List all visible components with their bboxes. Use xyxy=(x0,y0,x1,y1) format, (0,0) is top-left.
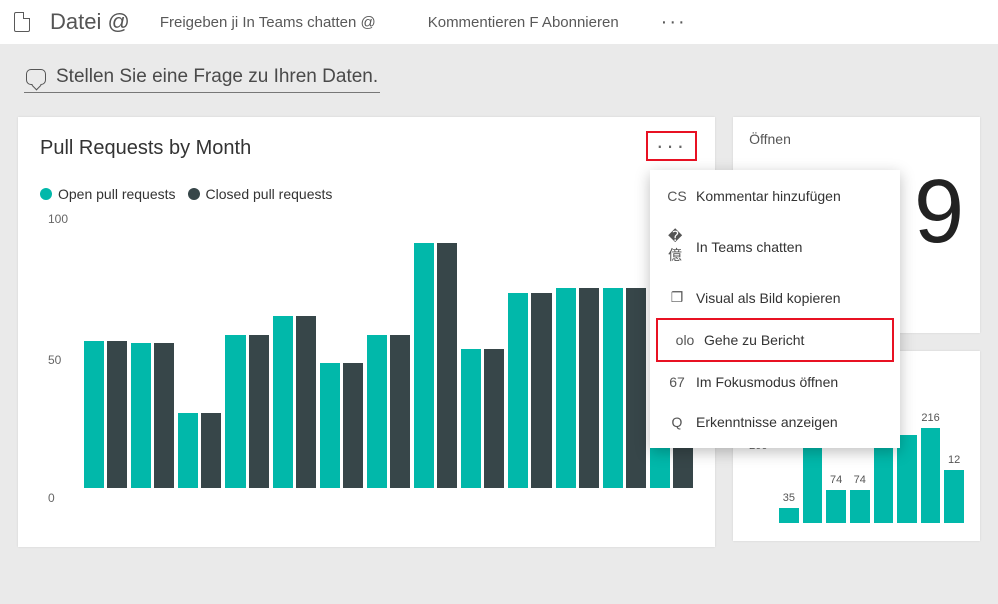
context-menu-label: Visual als Bild kopieren xyxy=(696,290,841,306)
bar-closed[interactable] xyxy=(249,335,269,488)
mini-bar[interactable]: 216 xyxy=(921,428,941,523)
more-menu[interactable]: ··· xyxy=(653,7,695,38)
chat-icon xyxy=(26,69,46,85)
context-menu-icon: CS xyxy=(668,188,686,204)
bar-closed[interactable] xyxy=(343,363,363,488)
bar-closed[interactable] xyxy=(107,341,127,488)
qa-bar: Stellen Sie eine Frage zu Ihren Daten. xyxy=(0,44,998,103)
comment-menu[interactable]: Kommentieren F Abonnieren xyxy=(420,10,627,35)
bar-group xyxy=(320,210,363,488)
context-menu: CS Kommentar hinzufügen �億 In Teams chatten… xyxy=(650,170,900,448)
mini-bar[interactable]: 74 xyxy=(850,490,870,523)
mini-bar-label: 12 xyxy=(948,454,960,466)
context-menu-item[interactable]: 67 Im Fokusmodus öffnen xyxy=(650,362,900,402)
bar-closed[interactable] xyxy=(296,316,316,488)
card-title: Pull Requests by Month xyxy=(40,137,693,160)
context-menu-item[interactable]: ❐ Visual als Bild kopieren xyxy=(650,277,900,318)
bar-closed[interactable] xyxy=(437,243,457,488)
bar-open[interactable] xyxy=(556,288,576,488)
bar-open[interactable] xyxy=(273,316,293,488)
y-tick: 50 xyxy=(48,353,61,367)
context-menu-icon: Q xyxy=(668,414,686,430)
bar-closed[interactable] xyxy=(154,343,174,488)
mini-bar[interactable]: 74 xyxy=(826,490,846,523)
bar-open[interactable] xyxy=(603,288,623,488)
mini-bar[interactable]: 12 xyxy=(944,470,964,523)
context-menu-item[interactable]: CS Kommentar hinzufügen xyxy=(650,176,900,216)
bar-group xyxy=(603,210,646,488)
bar-group xyxy=(225,210,268,488)
bar-chart: 100 50 0 xyxy=(58,210,693,510)
mini-bar[interactable] xyxy=(874,444,894,523)
bar-group xyxy=(178,210,221,488)
card-more-button[interactable]: ··· xyxy=(646,131,697,161)
chart-legend: Open pull requests Closed pull requests xyxy=(40,186,693,202)
context-menu-label: Kommentar hinzufügen xyxy=(696,188,841,204)
context-menu-label: Erkenntnisse anzeigen xyxy=(696,414,838,430)
bar-group xyxy=(556,210,599,488)
bar-closed[interactable] xyxy=(531,293,551,488)
bar-group xyxy=(508,210,551,488)
mini-bar[interactable] xyxy=(897,435,917,523)
file-menu[interactable]: Datei @ xyxy=(42,5,138,39)
bar-open[interactable] xyxy=(367,335,387,488)
card-pull-requests: Pull Requests by Month ··· Open pull req… xyxy=(18,117,715,547)
context-menu-icon: 67 xyxy=(668,374,686,390)
y-tick: 100 xyxy=(48,212,68,226)
context-menu-item[interactable]: �億 In Teams chatten xyxy=(650,216,900,277)
bar-open[interactable] xyxy=(84,341,104,488)
bar-closed[interactable] xyxy=(484,349,504,488)
bar-open[interactable] xyxy=(461,349,481,488)
bar-closed[interactable] xyxy=(579,288,599,488)
context-menu-icon: �億 xyxy=(668,228,686,265)
qa-input[interactable]: Stellen Sie eine Frage zu Ihren Daten. xyxy=(24,62,380,93)
legend-dot-closed xyxy=(188,188,200,200)
kpi-title: Öffnen xyxy=(749,131,964,147)
top-toolbar: Datei @ Freigeben ji In Teams chatten @ … xyxy=(0,0,998,44)
legend-open-label: Open pull requests xyxy=(58,186,176,202)
context-menu-icon: ❐ xyxy=(668,289,686,306)
context-menu-label: Im Fokusmodus öffnen xyxy=(696,374,838,390)
mini-bar-label: 216 xyxy=(921,412,939,424)
bar-group xyxy=(461,210,504,488)
mini-bar-label: 35 xyxy=(783,492,795,504)
bar-closed[interactable] xyxy=(390,335,410,488)
chart-plot xyxy=(84,210,693,488)
bar-group xyxy=(131,210,174,488)
context-menu-label: Gehe zu Bericht xyxy=(704,332,804,348)
bar-open[interactable] xyxy=(508,293,528,488)
context-menu-item[interactable]: Q Erkenntnisse anzeigen xyxy=(650,402,900,442)
qa-placeholder: Stellen Sie eine Frage zu Ihren Daten. xyxy=(56,66,378,88)
bar-closed[interactable] xyxy=(201,413,221,488)
file-icon xyxy=(14,12,30,32)
bar-open[interactable] xyxy=(225,335,245,488)
context-menu-item[interactable]: olo Gehe zu Bericht xyxy=(656,318,894,362)
context-menu-label: In Teams chatten xyxy=(696,239,802,255)
bar-open[interactable] xyxy=(320,363,340,488)
context-menu-icon: olo xyxy=(676,332,694,348)
mini-bar-label: 74 xyxy=(830,474,842,486)
bar-group xyxy=(367,210,410,488)
y-tick: 0 xyxy=(48,491,55,505)
share-menu[interactable]: Freigeben ji In Teams chatten @ xyxy=(152,10,384,35)
mini-bar-label: 74 xyxy=(854,474,866,486)
legend-dot-open xyxy=(40,188,52,200)
bar-group xyxy=(273,210,316,488)
mini-bar[interactable]: 35 xyxy=(779,508,799,523)
bar-closed[interactable] xyxy=(626,288,646,488)
bar-group xyxy=(414,210,457,488)
bar-open[interactable] xyxy=(131,343,151,488)
bar-open[interactable] xyxy=(178,413,198,488)
bar-group xyxy=(84,210,127,488)
bar-open[interactable] xyxy=(414,243,434,488)
legend-closed-label: Closed pull requests xyxy=(206,186,333,202)
